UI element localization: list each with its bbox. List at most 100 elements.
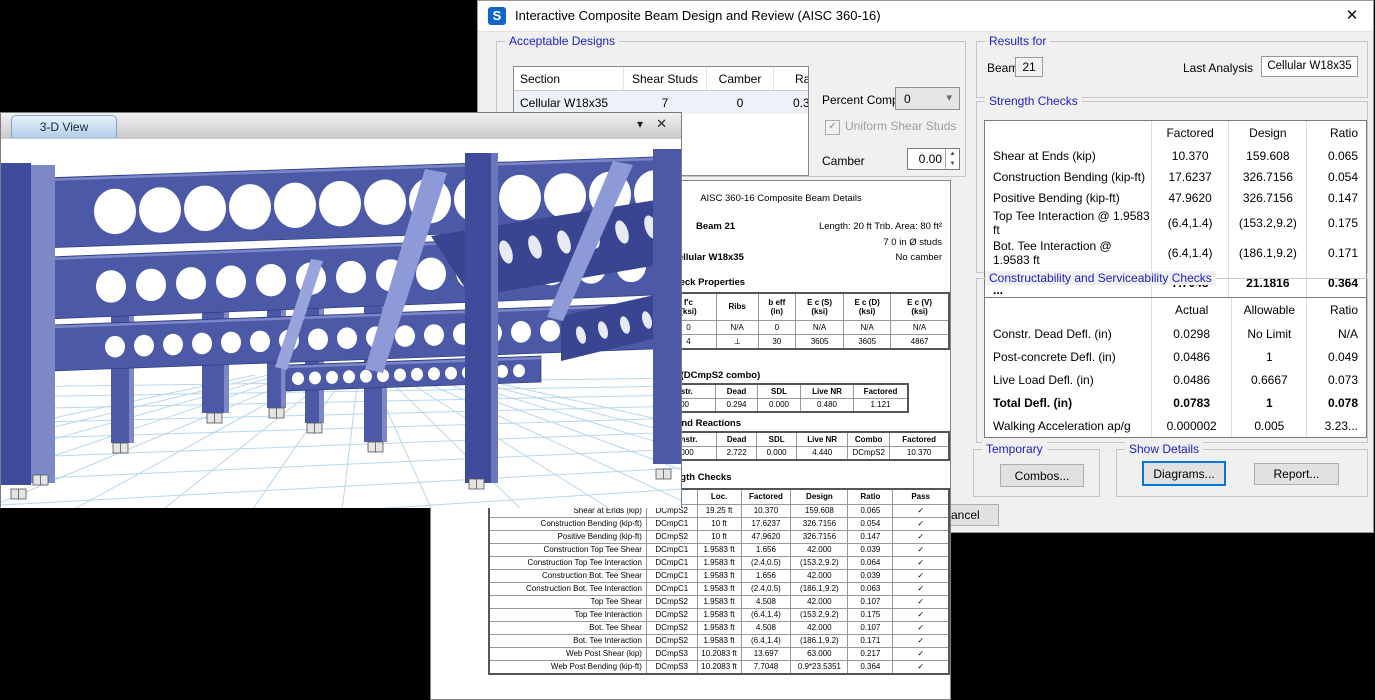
- table-cell: (153.2,9.2): [791, 609, 848, 622]
- show-details-group: Show Details Diagrams... Report...: [1116, 449, 1368, 497]
- table-header-row: FactoredDesignRatio: [985, 121, 1366, 145]
- table-cell: 4867: [891, 335, 949, 350]
- percent-comp-dropdown[interactable]: 0 ▾: [895, 87, 960, 110]
- table-cell: 1.9583 ft: [697, 583, 741, 596]
- 3d-model-canvas[interactable]: [1, 139, 681, 508]
- column-header: Ribs: [716, 293, 758, 321]
- acceptable-designs-table[interactable]: SectionShear StudsCamberRatioCellular W1…: [514, 67, 809, 114]
- table-row: Bot. Tee Interaction @ 1.9583 ft(6.4,1.4…: [985, 238, 1366, 268]
- table-cell: 0.0486: [1151, 345, 1232, 368]
- column-header: Pass: [893, 489, 949, 505]
- table-row[interactable]: Cellular W18x35700.364: [514, 91, 809, 115]
- column-header: Ratio: [774, 67, 810, 91]
- table-cell: 10 ft: [697, 518, 741, 531]
- table-cell: 0.065: [1307, 145, 1366, 166]
- column-header: Ratio: [848, 489, 893, 505]
- table-cell: DCmpS3: [646, 648, 697, 661]
- table-cell: 0.171: [848, 635, 893, 648]
- dialog-title: Interactive Composite Beam Design and Re…: [515, 8, 881, 23]
- table-cell: N/A: [844, 321, 891, 335]
- column-header: Ratio: [1307, 298, 1366, 322]
- table-cell: DCmpS2: [646, 622, 697, 635]
- table-cell: Cellular W18x35: [514, 91, 624, 115]
- table-cell: ✓: [893, 609, 949, 622]
- camber-spinner[interactable]: 0.00 ▲ ▼: [907, 148, 960, 170]
- table-row: Construction Top Tee InteractionDCmpC11.…: [489, 557, 949, 570]
- table-cell: N/A: [716, 321, 758, 335]
- deck-properties-table: f'c (ksi)Ribsb eff (in)E c (S) (ksi)E c …: [659, 292, 950, 350]
- table-cell: Construction Bending (kip-ft): [985, 166, 1151, 187]
- table-cell: 326.7156: [1229, 187, 1307, 208]
- table-cell: 326.7156: [791, 531, 848, 544]
- table-cell: 63.000: [791, 648, 848, 661]
- table-cell: 0.175: [848, 609, 893, 622]
- close-icon[interactable]: ✕: [656, 116, 667, 132]
- table-cell: (6.4,1.4): [741, 609, 791, 622]
- table-cell: (2.4,0.5): [741, 583, 791, 596]
- combos-button[interactable]: Combos...: [1000, 464, 1084, 487]
- table-cell: ✓: [893, 583, 949, 596]
- serviceability-checks-table: ActualAllowableRatioConstr. Dead Defl. (…: [985, 298, 1366, 437]
- camber-value: 0.00: [919, 152, 942, 166]
- table-cell: 0.364: [774, 91, 810, 115]
- table-cell: 0.054: [1307, 166, 1366, 187]
- table-cell: Shear at Ends (kip): [985, 145, 1151, 166]
- percent-comp-value: 0: [904, 92, 911, 106]
- table-cell: Web Post Bending (kip-ft): [489, 661, 646, 675]
- serviceability-checks-group: Constructability and Serviceability Chec…: [976, 278, 1368, 443]
- table-cell: Top Tee Shear: [489, 596, 646, 609]
- table-cell: Construction Bot. Tee Shear: [489, 570, 646, 583]
- tab-3d-view[interactable]: 3-D View: [11, 115, 117, 138]
- column-header: SDL: [758, 384, 801, 399]
- table-row: Top Tee Interaction @ 1.9583 ft(6.4,1.4)…: [985, 208, 1366, 238]
- spinner-buttons[interactable]: ▲ ▼: [945, 149, 959, 169]
- table-cell: 3605: [796, 335, 844, 350]
- table-cell: 1.9583 ft: [697, 557, 741, 570]
- table-cell: 0.049: [1307, 345, 1366, 368]
- 3d-viewport[interactable]: [1, 139, 681, 508]
- column-header: [985, 121, 1151, 145]
- report-button[interactable]: Report...: [1254, 463, 1339, 485]
- column-header: SDL: [756, 432, 796, 447]
- close-icon[interactable]: ✕: [1341, 6, 1363, 26]
- table-cell: ✓: [893, 596, 949, 609]
- table-row: Live Load Defl. (in)0.04860.66670.073: [985, 368, 1366, 391]
- table-cell: DCmpC1: [646, 583, 697, 596]
- table-cell: 0.039: [848, 570, 893, 583]
- table-row: Web Post Shear (kip)DCmpS310.2083 ft13.6…: [489, 648, 949, 661]
- table-cell: Post-concrete Defl. (in): [985, 345, 1151, 368]
- column-header: E c (V) (ksi): [891, 293, 949, 321]
- table-row: Bot. Tee ShearDCmpS21.9583 ft4.50842.000…: [489, 622, 949, 635]
- diagrams-button[interactable]: Diagrams...: [1142, 461, 1226, 486]
- table-cell: 10.2083 ft: [697, 661, 741, 675]
- uniform-shear-studs-checkbox[interactable]: ✓: [825, 120, 840, 135]
- table-cell: 1.121: [854, 399, 909, 413]
- column-header: E c (D) (ksi): [844, 293, 891, 321]
- column-header: Design: [791, 489, 848, 505]
- table-cell: ✓: [893, 570, 949, 583]
- table-cell: 42.000: [791, 622, 848, 635]
- table-cell: 1: [1232, 391, 1307, 414]
- table-cell: (2.4,0.5): [741, 557, 791, 570]
- 3d-view-titlebar[interactable]: 3-D View ▾ ✕: [1, 113, 681, 140]
- table-cell: 10.370: [890, 447, 949, 461]
- table-row: Construction Top Tee ShearDCmpC11.9583 f…: [489, 544, 949, 557]
- table-cell: Top Tee Interaction @ 1.9583 ft: [985, 208, 1151, 238]
- report-title: AISC 360-16 Composite Beam Details: [651, 193, 911, 204]
- table-row: Constr. Dead Defl. (in)0.0298No LimitN/A: [985, 322, 1366, 345]
- spinner-up-icon[interactable]: ▲: [946, 149, 959, 159]
- last-analysis-value: Cellular W18x35: [1261, 56, 1358, 77]
- table-row: Construction Bot. Tee ShearDCmpC11.9583 …: [489, 570, 949, 583]
- camber-label: Camber: [822, 154, 865, 168]
- table-cell: 10.370: [741, 505, 791, 518]
- table-cell: ⊥: [716, 335, 758, 350]
- table-cell: 0.217: [848, 648, 893, 661]
- table-cell: 0.0298: [1151, 322, 1232, 345]
- column-header: Dead: [716, 384, 758, 399]
- collapse-icon[interactable]: ▾: [637, 117, 643, 131]
- spinner-down-icon[interactable]: ▼: [946, 159, 959, 169]
- table-cell: 1.656: [741, 570, 791, 583]
- beam-number-field[interactable]: 21: [1015, 57, 1043, 77]
- table-cell: DCmpC1: [646, 518, 697, 531]
- table-cell: 42.000: [791, 544, 848, 557]
